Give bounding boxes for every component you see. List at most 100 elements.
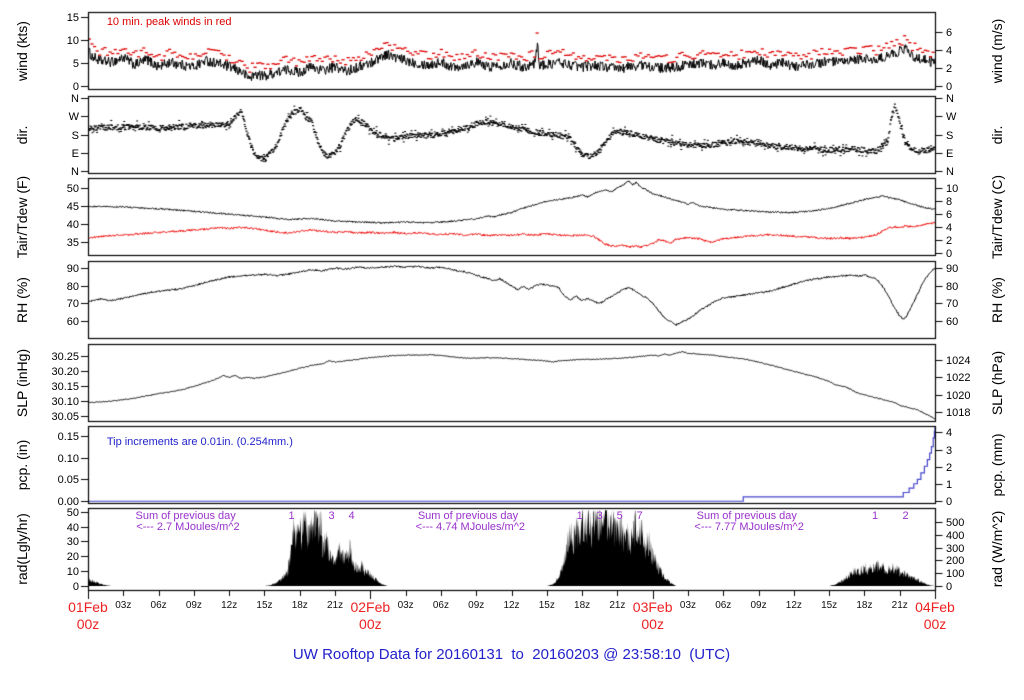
y-tick-label: 4	[946, 426, 953, 439]
y-tick-label: 1	[946, 478, 953, 491]
panel-annotation: 4	[348, 510, 355, 523]
y-tick-label: W	[946, 110, 957, 123]
y-tick-label: 70	[66, 297, 79, 310]
y-tick-label: 90	[66, 262, 79, 275]
y-tick-label: 0	[946, 580, 953, 593]
y-tick-label: 4	[946, 44, 953, 57]
y-tick-label: 30	[66, 535, 79, 548]
y-tick-label: N	[71, 92, 79, 105]
x-tick-label-minor: 09z	[468, 600, 485, 611]
panel-annotation: 5	[616, 510, 623, 523]
y-tick-label: 20	[66, 550, 79, 563]
x-tick-label-minor: 06z	[715, 600, 732, 611]
x-tick-label-minor: 09z	[750, 600, 767, 611]
panel-annotation: <--- 4.74 MJoules/m^2	[415, 521, 526, 534]
y-tick-label: 0	[946, 247, 953, 260]
x-tick-label-minor: 06z	[432, 600, 449, 611]
y-tick-label: 40	[66, 218, 79, 231]
x-tick-label-minor: 21z	[326, 600, 344, 611]
y-tick-label: W	[68, 110, 79, 123]
y-tick-label: S	[946, 129, 954, 142]
y-tick-label: 10	[66, 565, 79, 578]
panel-annotation: 1	[871, 510, 879, 523]
x-tick-label-minor: 12z	[221, 600, 238, 611]
panel-annotation: 7	[636, 510, 643, 523]
y-tick-label: 0	[946, 80, 953, 93]
panel-annotation: 10 min. peak winds in red	[106, 16, 232, 29]
y-tick-label: 30.15	[51, 380, 79, 393]
y-tick-label: 8	[946, 195, 953, 208]
x-day-label: 01Feb 00z	[68, 599, 108, 632]
meteogram-canvas	[0, 0, 1024, 700]
x-tick-label-minor: 09z	[185, 600, 202, 611]
y-tick-label: 0.10	[57, 452, 79, 465]
y-tick-label: 50	[66, 182, 79, 195]
y-tick-label: 4	[946, 221, 953, 234]
x-tick-label-minor: 03z	[397, 600, 414, 611]
y-tick-label: 2	[946, 461, 953, 474]
y-tick-label: 1024	[946, 354, 971, 367]
y-tick-label: 500	[946, 516, 965, 529]
y-tick-label: N	[946, 165, 954, 178]
y-tick-label: 40	[66, 521, 79, 534]
x-day-label: 04Feb 00z	[915, 599, 955, 632]
y-tick-label: 10	[946, 182, 959, 195]
x-tick-label-minor: 12z	[785, 600, 802, 611]
x-tick-label-minor: 03z	[115, 600, 132, 611]
y-tick-label: 50	[66, 506, 79, 519]
panel-annotation: 3	[328, 510, 335, 523]
y-tick-label: 0	[72, 580, 79, 593]
y-tick-label: 300	[946, 542, 965, 555]
y-tick-label: S	[71, 129, 79, 142]
x-tick-label-minor: 21z	[609, 600, 626, 611]
y-tick-label: 70	[946, 297, 959, 310]
y-tick-label: 0	[72, 80, 79, 93]
y-tick-label: N	[71, 165, 79, 178]
x-tick-label-minor: 15z	[256, 600, 273, 611]
x-day-label: 03Feb 00z	[632, 599, 673, 632]
y-tick-label: 60	[946, 315, 959, 328]
x-tick-label-minor: 15z	[538, 600, 555, 611]
panel-annotation: 1	[576, 510, 583, 523]
y-tick-label: 6	[946, 208, 953, 221]
x-tick-label-minor: 06z	[150, 600, 167, 611]
panel-annotation: 2	[902, 510, 909, 523]
panel-annotation: <--- 2.7 MJoules/m^2	[136, 521, 240, 534]
y-tick-label: 90	[946, 262, 959, 275]
panel-annotation: 1	[288, 510, 295, 523]
y-tick-label: 30.05	[51, 410, 79, 423]
x-day-label: 02Feb 00z	[350, 599, 391, 632]
y-tick-label: 0	[946, 495, 953, 508]
x-tick-label-minor: 18z	[856, 600, 873, 611]
y-tick-label: 30.20	[51, 365, 79, 378]
y-tick-label: 200	[946, 554, 965, 567]
y-tick-label: 2	[946, 62, 953, 75]
axis-title-right: rad (W/m^2)	[989, 510, 1005, 588]
y-tick-label: 3	[946, 444, 953, 457]
y-tick-label: 2	[946, 234, 953, 247]
y-tick-label: 80	[66, 280, 79, 293]
y-tick-label: 60	[66, 315, 79, 328]
panel-annotation: Tip increments are 0.01in. (0.254mm.)	[106, 435, 293, 448]
meteogram: 0 5 10 15 0 2 4 6 wind (kts) wind (m/s) 10 min. pe…	[0, 0, 1024, 700]
x-tick-label-minor: 21z	[891, 600, 908, 611]
panel-annotation: <--- 7.77 MJoules/m^2	[694, 521, 804, 534]
x-tick-label-minor: 12z	[503, 600, 520, 611]
y-tick-label: 10	[66, 34, 79, 47]
x-tick-label-minor: 03z	[679, 600, 697, 611]
y-tick-label: 1018	[946, 406, 971, 419]
y-tick-label: 100	[946, 567, 965, 580]
y-tick-label: 5	[72, 57, 79, 70]
y-tick-label: 400	[946, 529, 965, 542]
x-tick-label-minor: 18z	[291, 600, 308, 611]
chart-title: UW Rooftop Data for 20160131 to 20160203…	[292, 646, 731, 663]
y-tick-label: 30.10	[51, 395, 79, 408]
x-tick-label-minor: 18z	[574, 600, 591, 611]
y-tick-label: 45	[66, 200, 79, 213]
y-tick-label: 30.25	[51, 350, 79, 363]
y-tick-label: 15	[66, 11, 79, 24]
y-tick-label: 35	[66, 236, 79, 249]
y-tick-label: 80	[946, 280, 959, 293]
y-tick-label: E	[946, 147, 954, 160]
axis-title-left: rad(Lgly/hr)	[14, 513, 30, 585]
